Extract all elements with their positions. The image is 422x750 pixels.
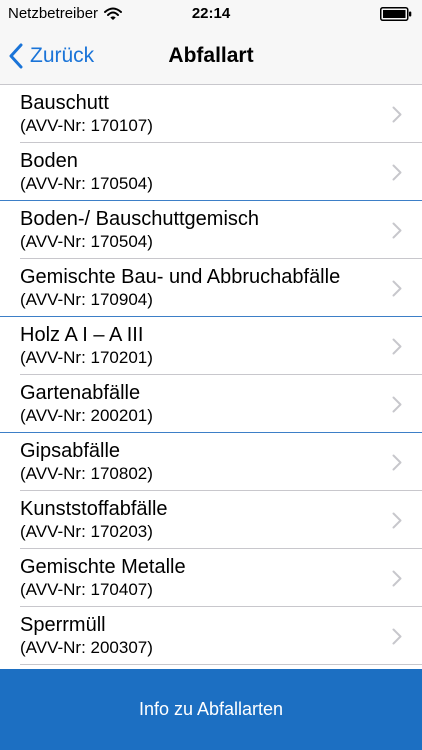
list-item-subtitle: (AVV-Nr: 200201) — [20, 406, 153, 425]
list-item[interactable]: Gemischte Bau- und Abbruchabfälle (AVV-N… — [0, 259, 422, 317]
chevron-right-icon — [392, 222, 402, 239]
list-item[interactable]: Boden-/ Bauschuttgemisch (AVV-Nr: 170504… — [0, 201, 422, 259]
list-item-subtitle: (AVV-Nr: 170904) — [20, 290, 153, 309]
status-bar: Netzbetreiber 22:14 — [0, 0, 422, 28]
list-item-title: Gemischte Bau- und Abbruchabfälle — [20, 266, 341, 288]
nav-bar: Abfallart Zurück — [0, 28, 422, 85]
info-button[interactable]: Info zu Abfallarten — [0, 669, 422, 750]
status-time: 22:14 — [191, 5, 231, 22]
info-button-label: Info zu Abfallarten — [138, 699, 284, 719]
list-item-subtitle: (AVV-Nr: 170201) — [20, 348, 153, 367]
list-item-subtitle: (AVV-Nr: 170407) — [20, 580, 153, 599]
list-item[interactable]: Holz A I – A III (AVV-Nr: 170201) — [0, 317, 422, 375]
list-item-title: Holz A I – A III — [20, 324, 144, 346]
back-button[interactable]: Zurück — [8, 28, 94, 84]
chevron-right-icon — [392, 512, 402, 529]
list-item-subtitle: (AVV-Nr: 170504) — [20, 232, 153, 251]
chevron-left-icon — [9, 43, 23, 69]
waste-type-list: Bauschutt (AVV-Nr: 170107) Boden (AVV-Nr… — [0, 85, 422, 665]
list-item-title: Bauschutt — [20, 92, 109, 114]
chevron-right-icon — [392, 570, 402, 587]
chevron-right-icon — [392, 164, 402, 181]
chevron-right-icon — [392, 628, 402, 645]
list-item[interactable]: Kunststoffabfälle (AVV-Nr: 170203) — [0, 491, 422, 549]
chevron-right-icon — [392, 396, 402, 413]
list-item-title: Boden-/ Bauschuttgemisch — [20, 208, 260, 230]
list-item[interactable]: Gemischte Metalle (AVV-Nr: 170407) — [0, 549, 422, 607]
list-item-title: Gipsabfälle — [20, 440, 121, 462]
list-item-subtitle: (AVV-Nr: 170504) — [20, 174, 153, 193]
list-item[interactable]: Gartenabfälle (AVV-Nr: 200201) — [0, 375, 422, 433]
chevron-right-icon — [392, 280, 402, 297]
list-item-title: Gemischte Metalle — [20, 556, 186, 578]
list-item-subtitle: (AVV-Nr: 170107) — [20, 116, 153, 135]
list-item[interactable]: Sperrmüll (AVV-Nr: 200307) — [0, 607, 422, 665]
list-item[interactable]: Boden (AVV-Nr: 170504) — [0, 143, 422, 201]
chevron-right-icon — [392, 338, 402, 355]
list-item[interactable]: Gipsabfälle (AVV-Nr: 170802) — [0, 433, 422, 491]
battery-icon — [380, 7, 412, 21]
list-item-title: Kunststoffabfälle — [20, 498, 168, 520]
chevron-right-icon — [392, 106, 402, 123]
chevron-right-icon — [392, 454, 402, 471]
list-item-title: Boden — [20, 150, 78, 172]
back-button-label: Zurück — [30, 44, 95, 67]
list-item-subtitle: (AVV-Nr: 170203) — [20, 522, 153, 541]
list-item-subtitle: (AVV-Nr: 200307) — [20, 638, 153, 657]
list-item-title: Sperrmüll — [20, 614, 106, 636]
list-item-title: Gartenabfälle — [20, 382, 141, 404]
list-item-subtitle: (AVV-Nr: 170802) — [20, 464, 153, 483]
list-item[interactable]: Bauschutt (AVV-Nr: 170107) — [0, 85, 422, 143]
